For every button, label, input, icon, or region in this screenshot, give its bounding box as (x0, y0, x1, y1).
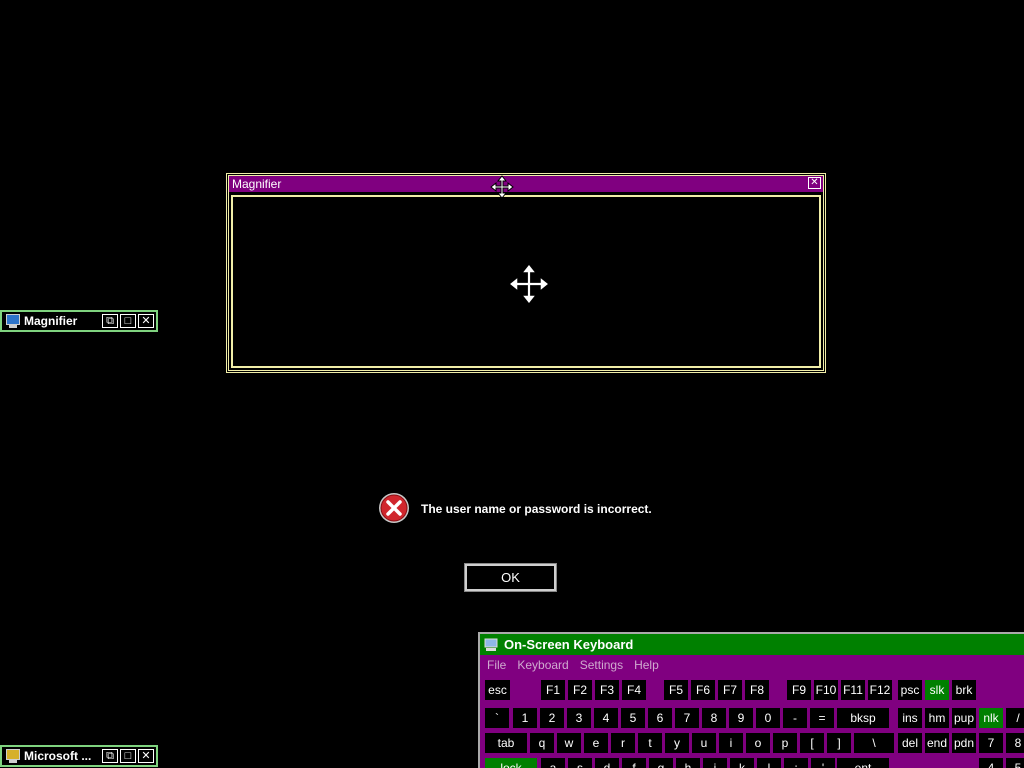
magnified-move-cursor-icon (507, 262, 551, 306)
menu-file[interactable]: File (487, 658, 506, 672)
key-F9[interactable]: F9 (787, 680, 811, 700)
key-esc[interactable]: esc (485, 680, 510, 700)
key-slk[interactable]: slk (925, 680, 949, 700)
move-cursor-icon (490, 175, 514, 199)
key-s[interactable]: s (568, 758, 592, 768)
minimized-magnifier-window[interactable]: Magnifier ⧉ □ ✕ (0, 310, 158, 332)
magnifier-title: Magnifier (232, 177, 282, 191)
key-7[interactable]: 7 (979, 733, 1003, 753)
key-w[interactable]: w (557, 733, 581, 753)
key-sym18[interactable]: / (1006, 708, 1024, 728)
maximize-icon[interactable]: □ (120, 314, 136, 328)
key-a[interactable]: a (541, 758, 565, 768)
keyboard-app-icon (484, 638, 498, 651)
key-4[interactable]: 4 (594, 708, 618, 728)
key-8[interactable]: 8 (702, 708, 726, 728)
key-F6[interactable]: F6 (691, 680, 715, 700)
minimized-window-title: Microsoft ... (24, 749, 92, 763)
key-q[interactable]: q (530, 733, 554, 753)
key-d[interactable]: d (595, 758, 619, 768)
key-u[interactable]: u (692, 733, 716, 753)
key-nlk[interactable]: nlk (979, 708, 1003, 728)
key-F5[interactable]: F5 (664, 680, 688, 700)
key-y[interactable]: y (665, 733, 689, 753)
key-ins[interactable]: ins (898, 708, 922, 728)
minimized-window-title: Magnifier (24, 314, 78, 328)
close-icon[interactable]: ✕ (138, 314, 154, 328)
key-1[interactable]: 1 (513, 708, 537, 728)
restore-icon[interactable]: ⧉ (102, 749, 118, 763)
key-pup[interactable]: pup (952, 708, 976, 728)
key-l[interactable]: l (757, 758, 781, 768)
key-bksp[interactable]: bksp (837, 708, 889, 728)
key-F12[interactable]: F12 (868, 680, 892, 700)
key-ent[interactable]: ent (837, 758, 889, 768)
key-end[interactable]: end (925, 733, 949, 753)
key-9[interactable]: 9 (729, 708, 753, 728)
close-icon[interactable]: ✕ (138, 749, 154, 763)
menu-keyboard[interactable]: Keyboard (517, 658, 568, 672)
key-psc[interactable]: psc (898, 680, 922, 700)
key-e[interactable]: e (584, 733, 608, 753)
ok-button[interactable]: OK (464, 563, 557, 592)
key-lock[interactable]: lock (485, 758, 537, 768)
error-message: The user name or password is incorrect. (421, 502, 652, 516)
key-r[interactable]: r (611, 733, 635, 753)
key-sym11[interactable]: - (783, 708, 807, 728)
osk-menubar: File Keyboard Settings Help (480, 655, 1024, 675)
key-h[interactable]: h (676, 758, 700, 768)
key-i[interactable]: i (719, 733, 743, 753)
osk-title: On-Screen Keyboard (504, 637, 634, 652)
key-3[interactable]: 3 (567, 708, 591, 728)
key-f[interactable]: f (622, 758, 646, 768)
key-F10[interactable]: F10 (814, 680, 838, 700)
key-j[interactable]: j (703, 758, 727, 768)
key-sym12[interactable]: = (810, 708, 834, 728)
key-7[interactable]: 7 (675, 708, 699, 728)
on-screen-keyboard-window[interactable]: On-Screen Keyboard File Keyboard Setting… (478, 632, 1024, 768)
key-k[interactable]: k (730, 758, 754, 768)
key-del[interactable]: del (898, 733, 922, 753)
key-t[interactable]: t (638, 733, 662, 753)
microsoft-app-icon (5, 748, 21, 764)
magnifier-app-icon (5, 313, 21, 329)
key-F7[interactable]: F7 (718, 680, 742, 700)
key-5[interactable]: 5 (621, 708, 645, 728)
key-4[interactable]: 4 (979, 758, 1003, 768)
key-0[interactable]: 0 (756, 708, 780, 728)
key-8[interactable]: 8 (1006, 733, 1024, 753)
key-F2[interactable]: F2 (568, 680, 592, 700)
key-tab[interactable]: tab (485, 733, 527, 753)
magnifier-titlebar[interactable]: Magnifier ✕ (229, 176, 823, 192)
key-brk[interactable]: brk (952, 680, 976, 700)
key-F8[interactable]: F8 (745, 680, 769, 700)
key-pdn[interactable]: pdn (952, 733, 976, 753)
key-sym13[interactable]: \ (854, 733, 894, 753)
key-sym12[interactable]: ] (827, 733, 851, 753)
maximize-icon[interactable]: □ (120, 749, 136, 763)
key-sym11[interactable]: ' (811, 758, 835, 768)
key-F3[interactable]: F3 (595, 680, 619, 700)
menu-settings[interactable]: Settings (580, 658, 623, 672)
key-sym10[interactable]: ; (784, 758, 808, 768)
key-2[interactable]: 2 (540, 708, 564, 728)
minimized-microsoft-window[interactable]: Microsoft ... ⧉ □ ✕ (0, 745, 158, 767)
key-g[interactable]: g (649, 758, 673, 768)
key-o[interactable]: o (746, 733, 770, 753)
key-5[interactable]: 5 (1006, 758, 1024, 768)
key-hm[interactable]: hm (925, 708, 949, 728)
key-sym0[interactable]: ` (485, 708, 509, 728)
key-F11[interactable]: F11 (841, 680, 865, 700)
error-icon (379, 493, 409, 523)
restore-icon[interactable]: ⧉ (102, 314, 118, 328)
key-sym11[interactable]: [ (800, 733, 824, 753)
key-F1[interactable]: F1 (541, 680, 565, 700)
key-6[interactable]: 6 (648, 708, 672, 728)
menu-help[interactable]: Help (634, 658, 659, 672)
close-icon[interactable]: ✕ (808, 177, 821, 189)
key-F4[interactable]: F4 (622, 680, 646, 700)
key-p[interactable]: p (773, 733, 797, 753)
osk-titlebar[interactable]: On-Screen Keyboard (480, 634, 1024, 655)
